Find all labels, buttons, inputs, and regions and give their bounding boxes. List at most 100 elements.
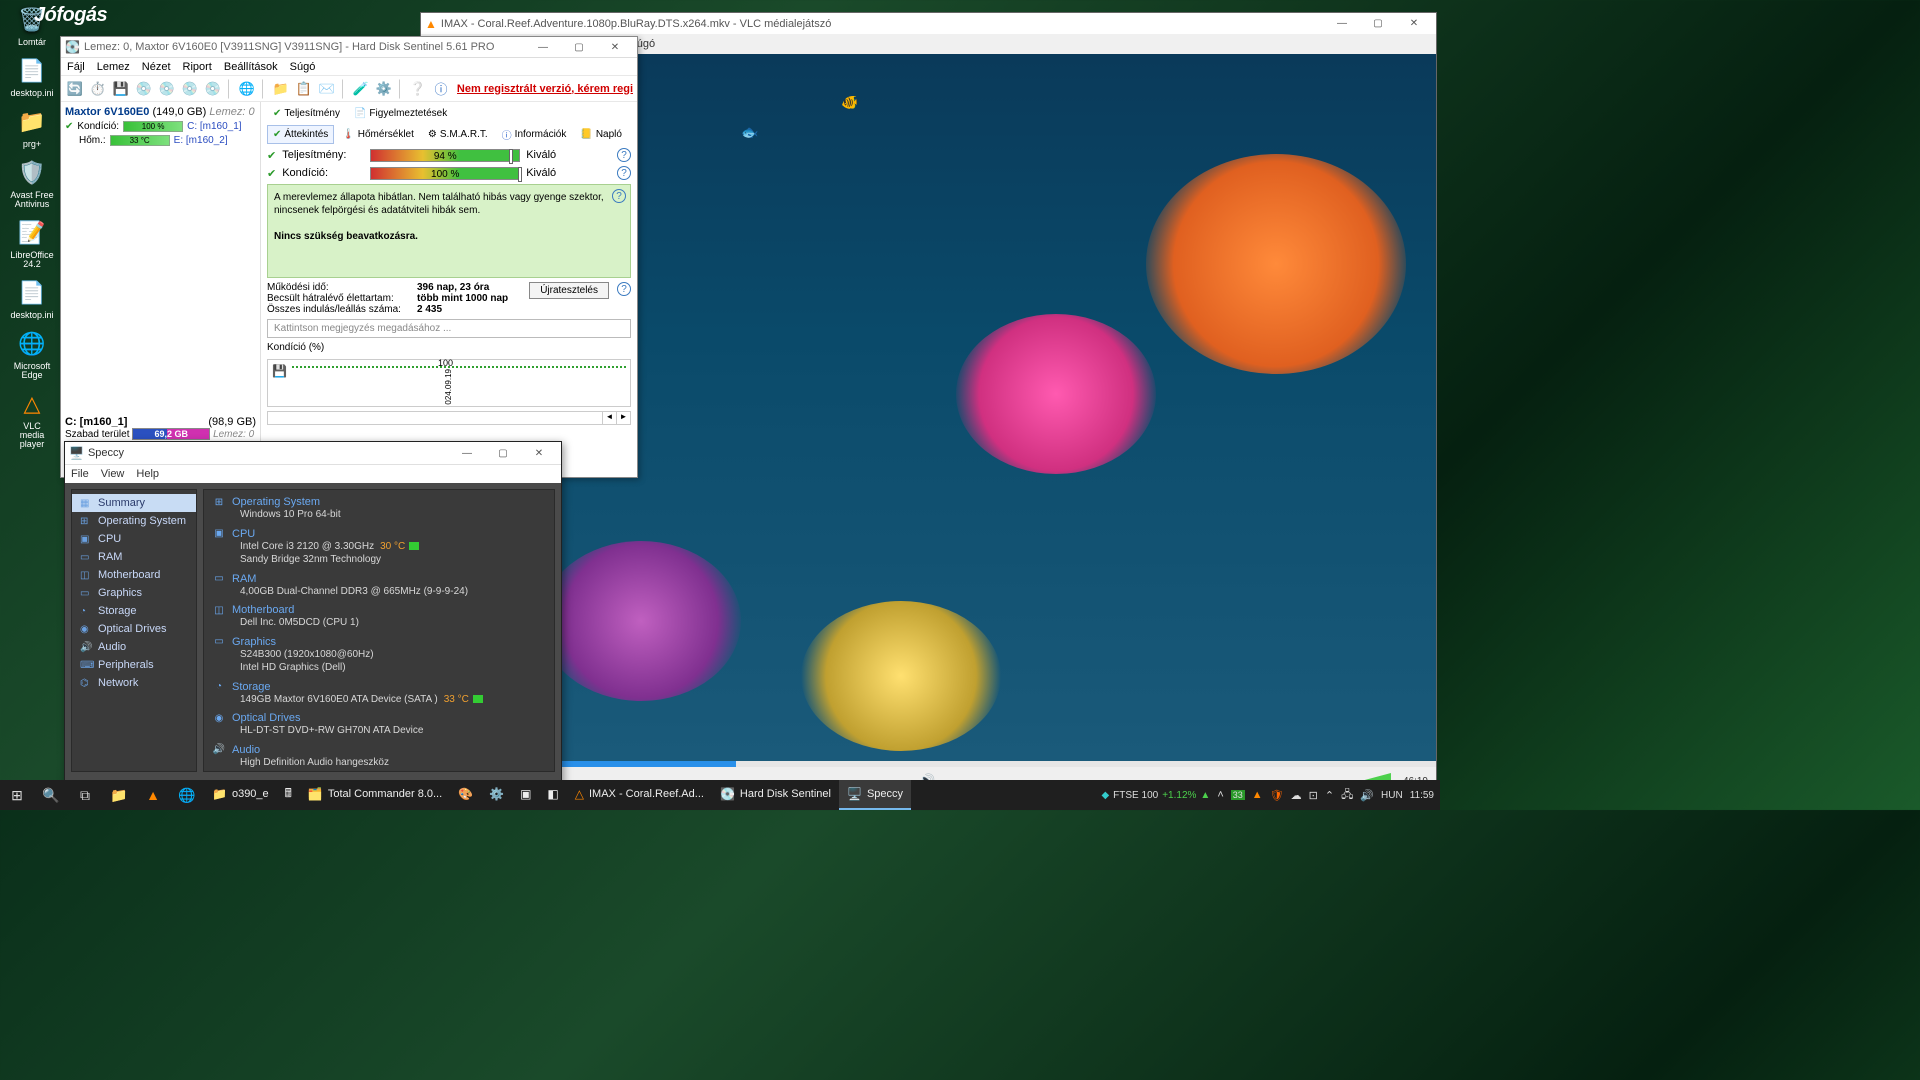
desktop-ini-1[interactable]: 📄desktop.ini <box>8 53 56 100</box>
minimize-button[interactable]: — <box>525 37 561 58</box>
close-button[interactable]: ✕ <box>521 443 557 464</box>
tb-copy-icon[interactable]: 📋 <box>294 79 314 99</box>
libreoffice-shortcut[interactable]: 📝LibreOffice 24.2 <box>8 215 56 271</box>
menu-file[interactable]: File <box>71 468 89 480</box>
tb-mail-icon[interactable]: ✉️ <box>317 79 337 99</box>
tb-disk4-icon[interactable]: 💿 <box>203 79 223 99</box>
help-icon[interactable]: ? <box>617 148 631 162</box>
tb-globe-icon[interactable]: 🌐 <box>237 79 257 99</box>
minimize-button[interactable]: — <box>1324 13 1360 34</box>
nav-network[interactable]: ⌬Network <box>72 674 196 692</box>
help-icon[interactable]: ? <box>617 282 631 296</box>
menu-view[interactable]: Nézet <box>142 61 171 73</box>
tray-network-icon[interactable]: 🖧 <box>1341 786 1353 805</box>
explorer-pin[interactable]: 📁 <box>102 780 136 810</box>
maximize-button[interactable]: ▢ <box>561 37 597 58</box>
task-calc[interactable]: 🖩 <box>277 780 300 810</box>
tb-test-icon[interactable]: 🧪 <box>351 79 371 99</box>
tab-info[interactable]: ⓘInformációk <box>496 125 573 144</box>
scroll-right[interactable]: ► <box>616 412 630 424</box>
nav-storage[interactable]: ◔Storage <box>72 602 196 620</box>
tb-gauge-icon[interactable]: ⏱️ <box>88 79 108 99</box>
menu-settings[interactable]: Beállítások <box>224 61 278 73</box>
tab-overview[interactable]: ✔Áttekintés <box>267 125 334 144</box>
start-button[interactable]: ⊞ <box>0 780 34 810</box>
save-icon[interactable]: 💾 <box>272 364 287 378</box>
tray-temp-badge[interactable]: 33 <box>1231 790 1245 800</box>
tb-folder-icon[interactable]: 📁 <box>271 79 291 99</box>
tray-onedrive-icon[interactable]: ☁ <box>1291 789 1302 802</box>
tray-volume-icon[interactable]: 🔊 <box>1360 789 1374 802</box>
tray-vlc-icon[interactable]: ▲ <box>1252 789 1263 801</box>
scroll-left[interactable]: ◄ <box>602 412 616 424</box>
vlc-titlebar[interactable]: ▲ IMAX - Coral.Reef.Adventure.1080p.BluR… <box>421 13 1436 34</box>
nav-ram[interactable]: ▭RAM <box>72 548 196 566</box>
nav-os[interactable]: ⊞Operating System <box>72 512 196 530</box>
ftse-widget[interactable]: ◆FTSE 100+1.12%▲ <box>1101 789 1210 802</box>
task-paint[interactable]: 🎨 <box>450 780 481 810</box>
link-e[interactable]: E: [m160_2] <box>174 135 228 146</box>
tray-chevron-icon[interactable]: ˄ <box>1217 789 1223 801</box>
register-link[interactable]: Nem regisztrált verzió, kérem regi <box>457 83 633 95</box>
menu-help[interactable]: Help <box>136 468 159 480</box>
help-icon[interactable]: ? <box>612 189 626 203</box>
avast-shortcut[interactable]: 🛡️Avast Free Antivirus <box>8 155 56 211</box>
task-totalcmd[interactable]: 🗂️Total Commander 8.0... <box>300 780 450 810</box>
task-settings[interactable]: ⚙️ <box>481 780 512 810</box>
tab-warnings[interactable]: 📄Figyelmeztetések <box>348 106 453 121</box>
edge-pin[interactable]: 🌐 <box>170 780 204 810</box>
close-button[interactable]: ✕ <box>1396 13 1432 34</box>
tab-smart[interactable]: ⚙S.M.A.R.T. <box>422 125 494 144</box>
vlc-pin[interactable]: ▲ <box>136 780 170 810</box>
tb-info-icon[interactable]: ⓘ <box>431 79 451 99</box>
tb-save-icon[interactable]: 💾 <box>111 79 131 99</box>
tab-temperature[interactable]: 🌡️Hőmérséklet <box>336 125 420 144</box>
menu-report[interactable]: Riport <box>183 61 212 73</box>
task-view-button[interactable]: ⧉ <box>68 780 102 810</box>
sec-optical[interactable]: ◉Optical Drives <box>212 712 546 724</box>
nav-summary[interactable]: ▦Summary <box>72 494 196 512</box>
tray-language[interactable]: HUN <box>1381 790 1403 801</box>
vlc-shortcut[interactable]: △VLC media player <box>8 386 56 451</box>
tb-disk2-icon[interactable]: 💿 <box>157 79 177 99</box>
maximize-button[interactable]: ▢ <box>1360 13 1396 34</box>
task-speccy[interactable]: 🖥️Speccy <box>839 780 911 810</box>
graph-scrollbar[interactable]: ◄► <box>267 411 631 425</box>
sec-audio[interactable]: 🔊Audio <box>212 744 546 756</box>
tray-meet-icon[interactable]: ⊡ <box>1309 789 1318 802</box>
menu-view[interactable]: View <box>101 468 125 480</box>
speccy-titlebar[interactable]: 🖥️ Speccy — ▢ ✕ <box>65 442 561 464</box>
tb-disk3-icon[interactable]: 💿 <box>180 79 200 99</box>
nav-optical[interactable]: ◉Optical Drives <box>72 620 196 638</box>
task-o390[interactable]: 📁o390_e <box>204 780 277 810</box>
tb-disk-icon[interactable]: 💿 <box>134 79 154 99</box>
tab-log[interactable]: 📒Napló <box>574 125 628 144</box>
menu-disk[interactable]: Lemez <box>97 61 130 73</box>
partition-c[interactable]: C: [m160_1] (98,9 GB) Szabad terület 69,… <box>65 416 256 440</box>
sec-os[interactable]: ⊞Operating System <box>212 496 546 508</box>
menu-file[interactable]: Fájl <box>67 61 85 73</box>
tab-performance[interactable]: ✔Teljesítmény <box>267 106 346 121</box>
tb-refresh-icon[interactable]: 🔄 <box>65 79 85 99</box>
sec-motherboard[interactable]: ◫Motherboard <box>212 604 546 616</box>
tb-help-icon[interactable]: ❔ <box>408 79 428 99</box>
nav-peripherals[interactable]: ⌨Peripherals <box>72 656 196 674</box>
minimize-button[interactable]: — <box>449 443 485 464</box>
tray-avast-icon[interactable]: 🛡 <box>1270 789 1284 802</box>
nav-audio[interactable]: 🔊Audio <box>72 638 196 656</box>
vlc-seekbar[interactable] <box>421 761 1436 767</box>
edge-shortcut[interactable]: 🌐Microsoft Edge <box>8 326 56 382</box>
prg-plus-folder[interactable]: 📁prg+ <box>8 104 56 151</box>
desktop-ini-2[interactable]: 📄desktop.ini <box>8 275 56 322</box>
sec-storage[interactable]: ◔Storage <box>212 681 546 693</box>
retest-button[interactable]: Újratesztelés <box>529 282 609 299</box>
tb-gear-icon[interactable]: ⚙️ <box>374 79 394 99</box>
disk-header[interactable]: Maxtor 6V160E0 (149,0 GB) Lemez: 0 <box>65 106 256 118</box>
sec-cpu[interactable]: ▣CPU <box>212 528 546 540</box>
nav-motherboard[interactable]: ◫Motherboard <box>72 566 196 584</box>
sec-graphics[interactable]: ▭Graphics <box>212 636 546 648</box>
help-icon[interactable]: ? <box>617 166 631 180</box>
tray-clock[interactable]: 11:59 <box>1410 790 1434 801</box>
task-cmd[interactable]: ▣ <box>512 780 539 810</box>
nav-graphics[interactable]: ▭Graphics <box>72 584 196 602</box>
